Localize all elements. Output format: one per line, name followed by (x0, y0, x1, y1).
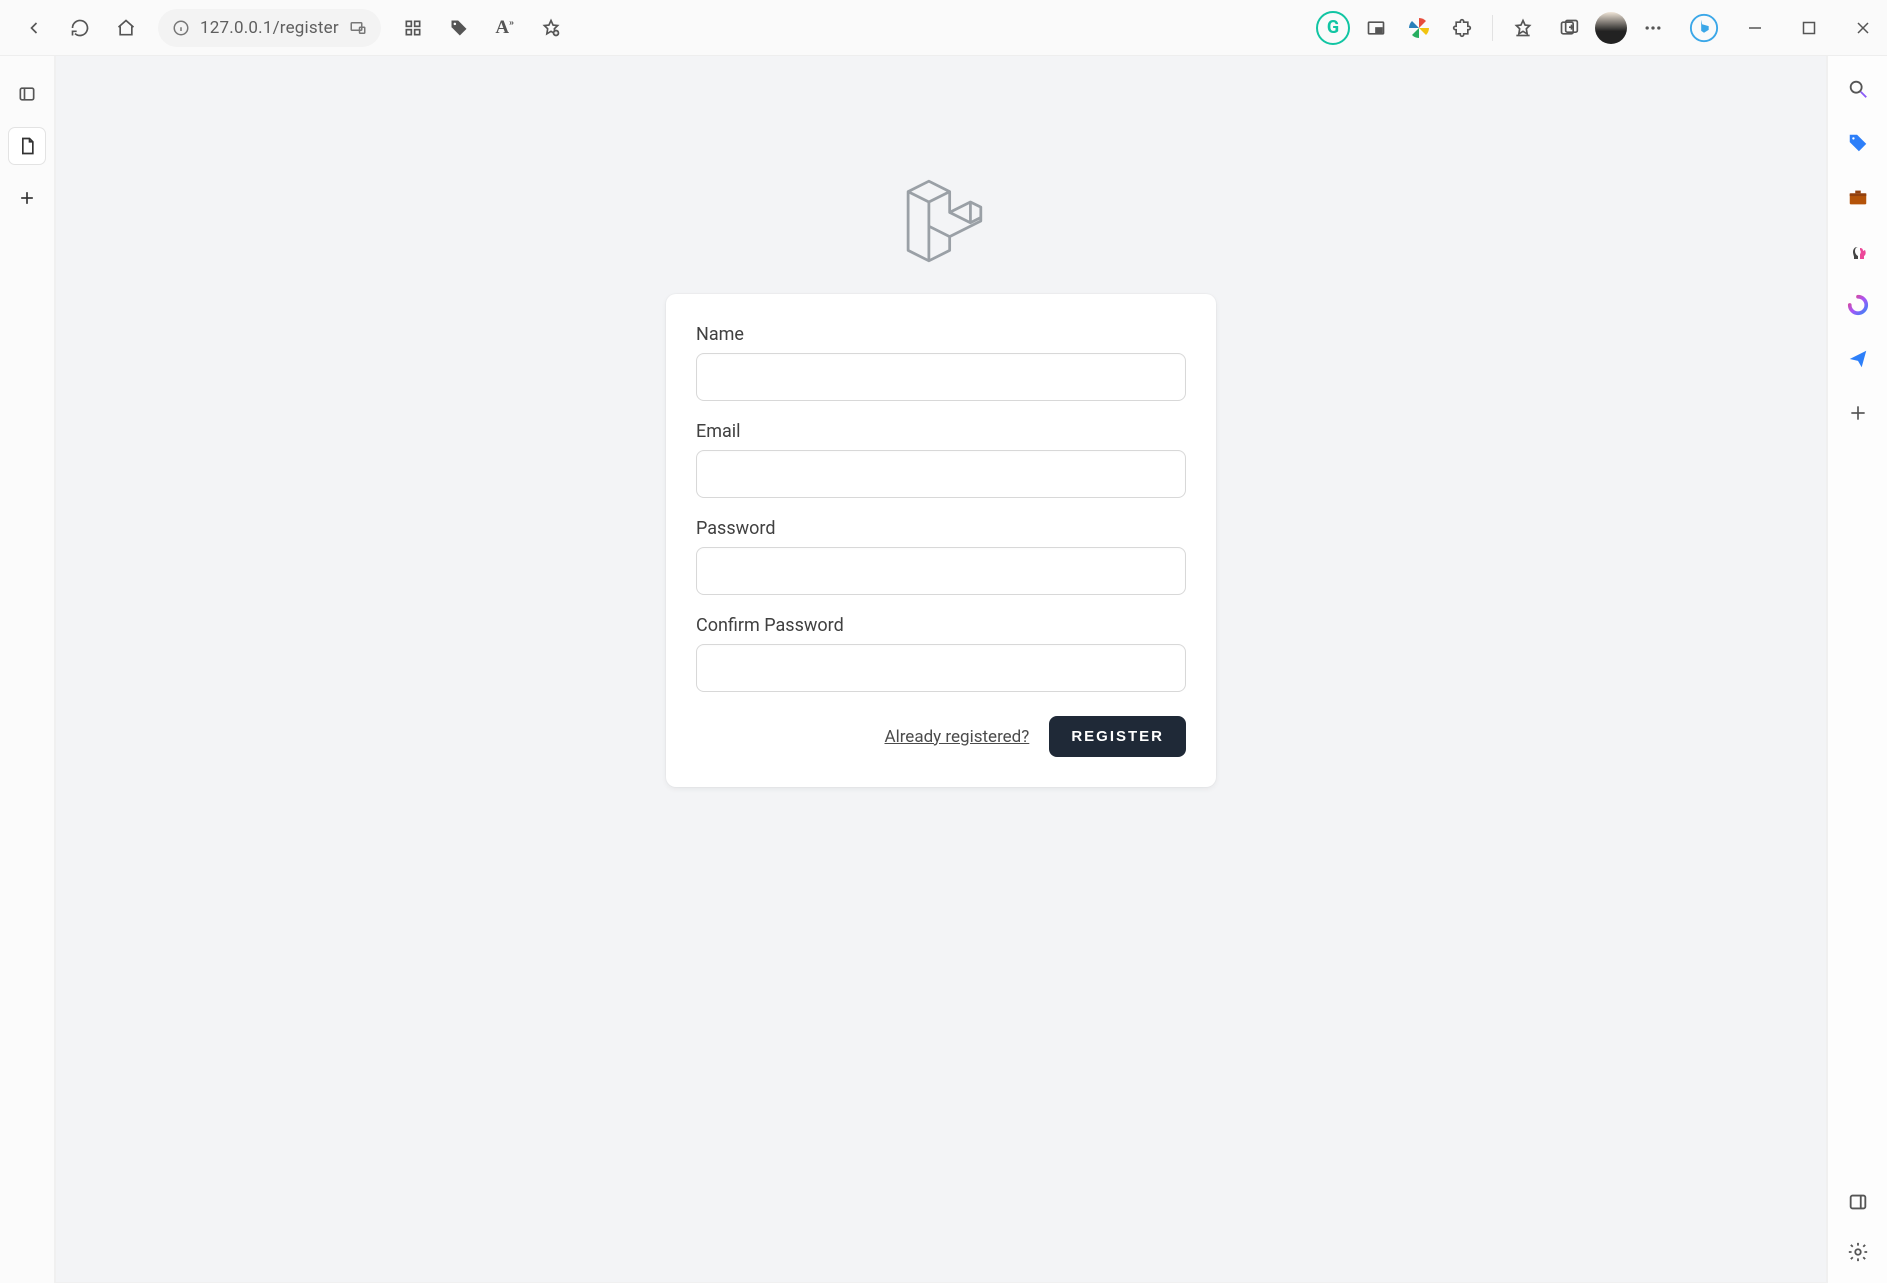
sidebar-send-button[interactable] (1845, 346, 1871, 372)
register-button[interactable]: Register (1049, 716, 1186, 757)
paper-plane-icon (1847, 348, 1869, 370)
page-viewport: Name Email Password Confirm Password Alr… (55, 56, 1827, 1283)
extension-pip[interactable] (1356, 8, 1396, 48)
home-icon (116, 18, 136, 38)
email-input[interactable] (696, 450, 1186, 498)
address-bar-text: 127.0.0.1/register (200, 18, 339, 38)
sidebar-shopping-button[interactable] (1845, 130, 1871, 156)
sidebar-m365-button[interactable] (1845, 292, 1871, 318)
chess-icon (1846, 239, 1870, 263)
laravel-logo-icon (896, 176, 986, 266)
refresh-icon (70, 18, 90, 38)
browser-toolbar: 127.0.0.1/register A» G (0, 0, 1887, 56)
already-registered-link[interactable]: Already registered? (884, 727, 1029, 747)
puzzle-icon (1452, 18, 1472, 38)
email-label: Email (696, 421, 1186, 442)
panel-icon (1847, 1191, 1869, 1213)
tab-actions-button[interactable] (9, 76, 45, 112)
password-input[interactable] (696, 547, 1186, 595)
star-list-icon (1513, 18, 1533, 38)
search-icon (1847, 78, 1869, 100)
device-icon (349, 19, 367, 37)
star-add-icon (541, 18, 561, 38)
vertical-tab-rail (0, 56, 55, 1283)
new-tab-button[interactable] (9, 180, 45, 216)
bing-chat-button[interactable] (1687, 11, 1721, 45)
qr-icon (403, 18, 423, 38)
window-minimize-button[interactable] (1745, 18, 1765, 38)
address-bar[interactable]: 127.0.0.1/register (158, 9, 381, 47)
dots-icon (1643, 18, 1663, 38)
confirm-password-label: Confirm Password (696, 615, 1186, 636)
m365-icon (1847, 294, 1869, 316)
read-aloud-icon: A» (495, 17, 514, 39)
collections-icon (1559, 18, 1579, 38)
pinwheel-icon (1407, 16, 1431, 40)
register-card: Name Email Password Confirm Password Alr… (666, 294, 1216, 787)
price-tag-button[interactable] (439, 8, 479, 48)
plus-icon (17, 188, 37, 208)
window-close-button[interactable] (1853, 18, 1873, 38)
name-input[interactable] (696, 353, 1186, 401)
pip-icon (1366, 18, 1386, 38)
briefcase-icon (1847, 186, 1869, 208)
favorites-list-button[interactable] (1503, 8, 1543, 48)
nav-home-button[interactable] (106, 8, 146, 48)
edge-sidebar (1827, 56, 1887, 1283)
sidebar-search-button[interactable] (1845, 76, 1871, 102)
sidebar-icon (17, 84, 37, 104)
sidebar-games-button[interactable] (1845, 238, 1871, 264)
window-maximize-button[interactable] (1799, 18, 1819, 38)
name-label: Name (696, 324, 1186, 345)
site-info-icon (172, 19, 190, 37)
tags-icon (1847, 132, 1869, 154)
profile-avatar[interactable] (1595, 12, 1627, 44)
nav-back-button[interactable] (14, 8, 54, 48)
collections-button[interactable] (1549, 8, 1589, 48)
more-menu-button[interactable] (1633, 8, 1673, 48)
bing-icon (1689, 13, 1719, 43)
sidebar-toggle-button[interactable] (1845, 1189, 1871, 1215)
nav-refresh-button[interactable] (60, 8, 100, 48)
qr-button[interactable] (393, 8, 433, 48)
sidebar-add-button[interactable] (1845, 400, 1871, 426)
extensions-button[interactable] (1442, 8, 1482, 48)
sidebar-settings-button[interactable] (1845, 1239, 1871, 1265)
gear-icon (1847, 1241, 1869, 1263)
password-label: Password (696, 518, 1186, 539)
arrow-left-icon (24, 18, 44, 38)
sidebar-tools-button[interactable] (1845, 184, 1871, 210)
document-icon (17, 136, 37, 156)
read-aloud-button[interactable]: A» (485, 8, 525, 48)
confirm-password-input[interactable] (696, 644, 1186, 692)
plus-icon (1848, 403, 1868, 423)
extension-photos[interactable] (1402, 11, 1436, 45)
favorite-button[interactable] (531, 8, 571, 48)
window-controls (1745, 18, 1873, 38)
current-tab[interactable] (9, 128, 45, 164)
extension-grammarly[interactable]: G (1316, 11, 1350, 45)
tag-icon (449, 18, 469, 38)
toolbar-divider (1492, 15, 1493, 41)
